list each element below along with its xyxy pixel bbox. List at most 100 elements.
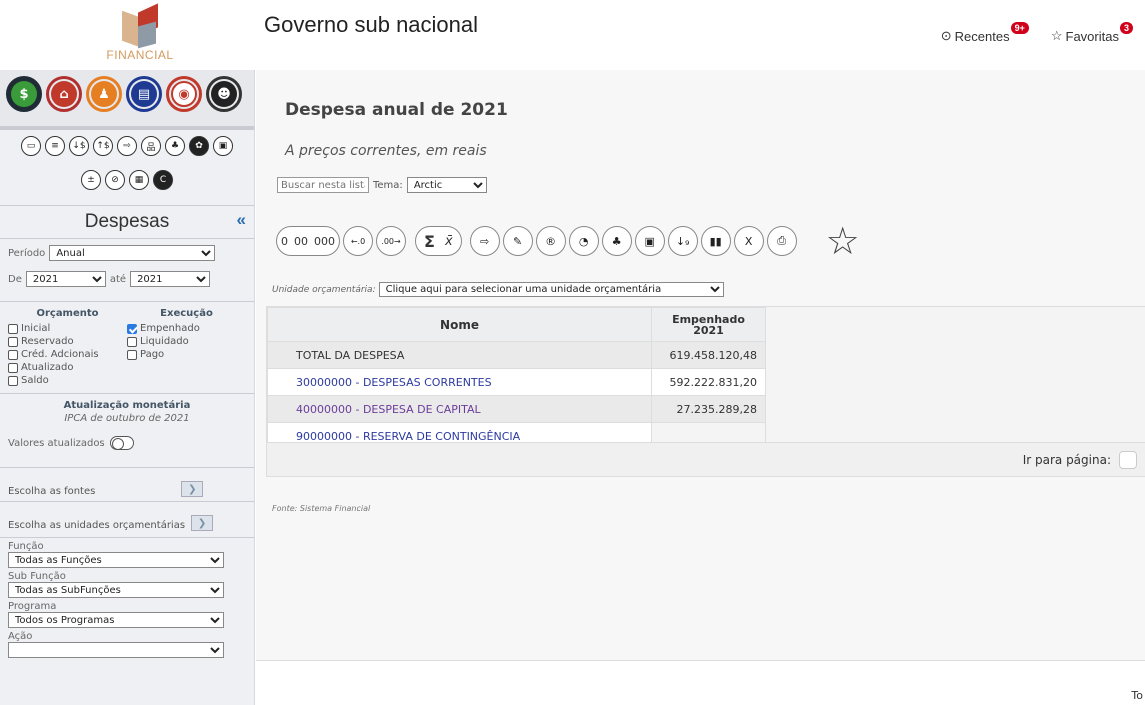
favorite-star-icon[interactable]: ☆: [826, 222, 860, 260]
cloud-icon[interactable]: C: [153, 169, 173, 190]
money-cycle-icon[interactable]: $: [6, 76, 42, 112]
periodo-select[interactable]: Anual: [49, 245, 216, 261]
fertilizer-icon[interactable]: ✿: [189, 136, 209, 156]
average-icon[interactable]: x̄: [445, 234, 453, 249]
toolbar: 0 00 000 ←.0 .00→ Σ x̄ ⇨ ✎ ® ◔ ♣ ▣ ↓₉ ▮▮…: [276, 222, 860, 260]
ano-row: De 2021 até 2021: [0, 261, 254, 287]
checkbox[interactable]: [8, 349, 18, 360]
signpost-icon[interactable]: ⇨: [469, 226, 500, 256]
acao-label: Ação: [8, 631, 33, 642]
col-nome-header[interactable]: Nome: [267, 307, 652, 342]
orcamento-item[interactable]: Saldo: [8, 374, 127, 387]
sum-icon[interactable]: Σ: [424, 232, 435, 251]
acao-select[interactable]: [8, 642, 224, 658]
unidade-orcamentaria-row: Unidade orçamentária: Clique aqui para s…: [272, 282, 724, 297]
checkbox[interactable]: [127, 349, 137, 360]
favoritas-link[interactable]: ☆ Favoritas 3: [1051, 22, 1135, 44]
no-syringe-icon[interactable]: ✎: [502, 226, 533, 256]
orcamento-item[interactable]: Atualizado: [8, 361, 127, 374]
tema-select[interactable]: Arctic: [406, 177, 487, 193]
print-icon[interactable]: ⎙: [766, 226, 797, 256]
excel-icon[interactable]: X: [733, 226, 764, 256]
money-up-icon[interactable]: ↑$: [93, 136, 113, 156]
section-title-label: Despesas: [84, 211, 170, 232]
orcamento-item[interactable]: Inicial: [8, 322, 127, 335]
checkbox[interactable]: [8, 362, 18, 373]
app-logo[interactable]: FINANCIAL: [100, 3, 180, 66]
pie-chart-icon[interactable]: ◔: [568, 226, 599, 256]
funcao-label: Função: [8, 541, 44, 552]
table-header-row: Nome Empenhado 2021: [267, 307, 766, 342]
logo-mark-icon: [116, 3, 164, 49]
increase-decimals-icon[interactable]: .00→: [376, 226, 406, 256]
subfuncao-select[interactable]: Todas as SubFunções: [8, 582, 224, 598]
user-icon[interactable]: ☻: [206, 76, 242, 112]
search-input[interactable]: [277, 177, 369, 193]
bottom-strip: To: [256, 660, 1145, 705]
ano-de-select[interactable]: 2021: [25, 271, 106, 287]
id-card-icon[interactable]: ▣: [634, 226, 665, 256]
format-0-button[interactable]: 0: [281, 235, 288, 248]
id-card-icon[interactable]: ▣: [213, 136, 233, 156]
recentes-link[interactable]: ⊙ Recentes 9+: [940, 22, 1031, 44]
registered-icon[interactable]: ®: [535, 226, 566, 256]
valores-label: Valores atualizados: [8, 437, 105, 449]
unidade-select[interactable]: Clique aqui para selecionar uma unidade …: [378, 282, 724, 297]
org-chart-icon[interactable]: ♣: [165, 136, 185, 156]
stats-group: Σ x̄: [415, 226, 462, 256]
ano-ate-select[interactable]: 2021: [130, 271, 211, 287]
checkbox-checked[interactable]: [127, 323, 137, 334]
orcamento-item[interactable]: Créd. Adcionais: [8, 348, 127, 361]
list-icon[interactable]: ≡: [45, 136, 65, 156]
group-icon[interactable]: ♣: [601, 226, 632, 256]
calculator-icon[interactable]: ±: [81, 169, 101, 190]
monitor-icon[interactable]: ▭: [21, 136, 41, 156]
signpost-icon[interactable]: ⇨: [117, 136, 137, 156]
book-icon[interactable]: ▤: [126, 76, 162, 112]
col-empenhado-header[interactable]: Empenhado 2021: [651, 307, 766, 342]
sort-numeric-icon[interactable]: ↓₉: [667, 226, 698, 256]
fontes-expand-button[interactable]: ❯: [181, 481, 204, 497]
row-name-link[interactable]: 40000000 - DESPESA DE CAPITAL: [267, 395, 652, 423]
orcamento-item[interactable]: Reservado: [8, 335, 127, 348]
goto-page-label: Ir para página:: [1022, 452, 1111, 467]
funcao-select[interactable]: Todas as Funções: [8, 552, 224, 568]
format-000-button[interactable]: 000: [314, 235, 335, 248]
bar-chart-icon[interactable]: ▮▮: [700, 226, 731, 256]
eye-icon[interactable]: ◉: [166, 76, 202, 112]
fontes-label: Escolha as fontes: [8, 486, 96, 497]
goto-page-input[interactable]: [1119, 450, 1137, 469]
hierarchy-icon[interactable]: 品: [141, 136, 161, 156]
row-name: TOTAL DA DESPESA: [267, 341, 652, 369]
no-syringe-icon[interactable]: ⊘: [105, 169, 125, 190]
calendar-icon[interactable]: ▦: [129, 169, 149, 190]
checkbox[interactable]: [8, 336, 18, 347]
de-label: De: [8, 273, 22, 285]
unidade-label: Unidade orçamentária:: [272, 284, 376, 295]
row-name-link[interactable]: 30000000 - DESPESAS CORRENTES: [267, 368, 652, 396]
page-title: Despesa anual de 2021: [285, 100, 508, 120]
people-icon[interactable]: ♟: [86, 76, 122, 112]
decrease-decimals-icon[interactable]: ←.0: [343, 226, 373, 256]
money-down-icon[interactable]: ↓$: [69, 136, 89, 156]
table-row[interactable]: 40000000 - DESPESA DE CAPITAL 27.235.289…: [267, 395, 766, 423]
table-row[interactable]: TOTAL DA DESPESA 619.458.120,48: [267, 341, 766, 369]
checkbox[interactable]: [8, 323, 18, 334]
programa-select[interactable]: Todos os Programas: [8, 612, 224, 628]
budget-options: Orçamento Inicial Reservado Créd. Adcion…: [0, 301, 254, 393]
checkbox[interactable]: [127, 336, 137, 347]
format-00-button[interactable]: 00: [294, 235, 308, 248]
collapse-sidebar-icon[interactable]: «: [237, 210, 246, 230]
execucao-item[interactable]: Pago: [127, 348, 246, 361]
execucao-item[interactable]: Empenhado: [127, 322, 246, 335]
home-icon[interactable]: ⌂: [46, 76, 82, 112]
checkbox[interactable]: [8, 375, 18, 386]
execucao-title: Execução: [160, 308, 213, 319]
orcamento-column: Orçamento Inicial Reservado Créd. Adcion…: [8, 308, 127, 387]
execucao-item[interactable]: Liquidado: [127, 335, 246, 348]
clock-icon: ⊙: [940, 28, 952, 43]
periodo-row: Período Anual: [0, 239, 254, 261]
table-row[interactable]: 30000000 - DESPESAS CORRENTES 592.222.83…: [267, 368, 766, 396]
unidades-expand-button[interactable]: ❯: [191, 515, 214, 531]
valores-toggle[interactable]: [109, 436, 134, 450]
